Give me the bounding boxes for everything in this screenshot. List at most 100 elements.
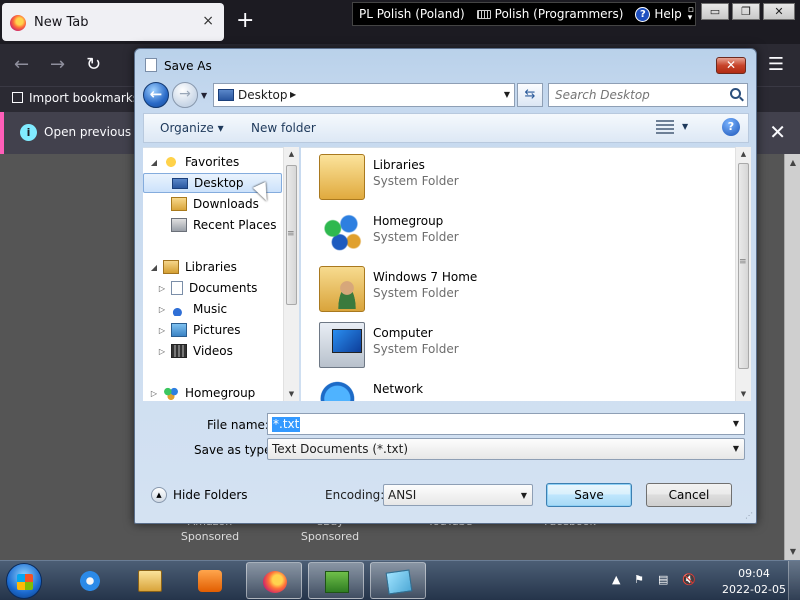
encoding-dropdown-icon[interactable]: ▼ (521, 491, 527, 500)
language-bar-options-icon[interactable]: ▫ ▾ (688, 6, 694, 23)
expand-arrow-icon[interactable]: ◢ (149, 158, 159, 167)
scroll-up-arrow-icon[interactable]: ▲ (785, 158, 800, 167)
expand-arrow-icon[interactable]: ▷ (157, 326, 167, 335)
back-button[interactable]: ← (143, 82, 169, 108)
save-as-type-dropdown-icon[interactable]: ▼ (733, 444, 739, 453)
infobar-close-icon[interactable]: ✕ (769, 120, 786, 144)
start-button[interactable] (6, 563, 42, 599)
import-bookmarks-link[interactable]: Import bookmarks... (12, 91, 151, 105)
scroll-up-arrow-icon[interactable]: ▲ (284, 150, 299, 158)
network-icon[interactable]: ▤ (658, 573, 668, 586)
encoding-select[interactable]: ANSI ▼ (383, 484, 533, 506)
nav-label: Downloads (193, 197, 259, 211)
nav-item-favorites[interactable]: ◢ Favorites (149, 152, 239, 172)
expand-arrow-icon[interactable]: ▷ (149, 389, 159, 398)
page-scrollbar[interactable]: ▲ ▼ (784, 154, 800, 560)
navigation-pane-scrollbar[interactable]: ▲ ≡ ▼ (283, 147, 299, 401)
view-dropdown-icon[interactable]: ▼ (682, 122, 688, 131)
file-type: System Folder (373, 286, 459, 300)
address-current[interactable]: Desktop (238, 88, 288, 102)
save-button[interactable]: Save (546, 483, 632, 507)
file-name-dropdown-icon[interactable]: ▼ (733, 419, 739, 428)
new-tab-button[interactable]: + (236, 8, 254, 34)
taskbar-windows-explorer[interactable] (122, 562, 178, 599)
nav-label: Desktop (194, 176, 244, 190)
network-icon (319, 378, 365, 401)
dialog-close-button[interactable]: ✕ (716, 57, 746, 74)
expand-arrow-icon[interactable]: ◢ (149, 263, 159, 272)
file-name-value[interactable]: *.txt (272, 417, 301, 432)
cancel-button[interactable]: Cancel (646, 483, 732, 507)
clock-date[interactable]: 2022-02-05 (714, 583, 794, 596)
taskbar-internet-explorer[interactable] (62, 562, 118, 599)
browser-tab-new-tab[interactable]: New Tab × (2, 3, 224, 41)
nav-item-pictures[interactable]: ▷ Pictures (157, 320, 241, 340)
expand-arrow-icon[interactable]: ▷ (157, 347, 167, 356)
navigation-pane: ◢ Favorites Desktop Downloads Recent Pla… (143, 147, 295, 401)
scroll-down-arrow-icon[interactable]: ▼ (785, 547, 800, 556)
file-list-scrollbar[interactable]: ▲ ≡ ▼ (735, 147, 751, 401)
forward-arrow-icon[interactable]: → (50, 55, 65, 75)
nav-item-downloads[interactable]: Downloads (171, 194, 259, 214)
organize-button[interactable]: Organize ▾ (160, 121, 224, 135)
tab-close-icon[interactable]: × (202, 13, 214, 29)
recent-locations-dropdown-icon[interactable]: ▼ (201, 91, 207, 100)
expand-arrow-icon[interactable]: ▷ (157, 305, 167, 314)
hamburger-menu-icon[interactable]: ☰ (768, 54, 784, 75)
breadcrumb-chevron-icon[interactable]: ▶ (290, 90, 296, 99)
scroll-down-arrow-icon[interactable]: ▼ (284, 390, 299, 398)
scroll-down-arrow-icon[interactable]: ▼ (736, 390, 751, 398)
nav-item-documents[interactable]: ▷ Documents (157, 278, 257, 298)
restore-button[interactable]: ❐ (732, 3, 760, 20)
nav-item-videos[interactable]: ▷ Videos (157, 341, 233, 361)
address-dropdown-icon[interactable]: ▼ (504, 90, 510, 99)
address-bar[interactable]: Desktop ▶ ▼ (213, 83, 515, 107)
expand-arrow-icon[interactable]: ▷ (157, 284, 167, 293)
show-hidden-icons-arrow-icon[interactable]: ▲ (612, 573, 620, 586)
resize-grip-icon[interactable]: ⋰ (745, 511, 753, 520)
help-button[interactable]: ? (722, 118, 740, 136)
file-item-windows-7-home[interactable]: Windows 7 Home System Folder (319, 264, 619, 314)
action-center-flag-icon[interactable]: ⚑ (634, 573, 644, 586)
hide-folders-button[interactable]: ▲ Hide Folders (151, 487, 248, 503)
input-language[interactable]: PL Polish (Poland) (353, 7, 471, 21)
save-as-type-value: Text Documents (*.txt) (272, 442, 409, 456)
refresh-button[interactable]: ⇆ (517, 83, 543, 107)
change-view-icon[interactable] (656, 120, 674, 134)
file-item-network[interactable]: Network (319, 376, 619, 401)
nav-item-homegroup[interactable]: ▷ Homegroup (149, 383, 255, 403)
taskbar-media-player[interactable] (182, 562, 238, 599)
save-as-type-select[interactable]: Text Documents (*.txt) ▼ (267, 438, 745, 460)
nav-item-recent-places[interactable]: Recent Places (171, 215, 276, 235)
volume-muted-icon[interactable]: 🔇 (682, 573, 696, 586)
nav-item-libraries[interactable]: ◢ Libraries (149, 257, 237, 277)
clock-time[interactable]: 09:04 (724, 567, 784, 580)
file-item-computer[interactable]: Computer System Folder (319, 320, 619, 370)
file-item-libraries[interactable]: Libraries System Folder (319, 152, 619, 202)
search-input[interactable] (555, 87, 715, 103)
minimize-button[interactable]: ▭ (701, 3, 729, 20)
internet-explorer-icon (78, 570, 102, 592)
close-window-button[interactable]: ✕ (763, 3, 795, 20)
language-help[interactable]: ? Help (629, 6, 687, 22)
show-desktop-button[interactable] (788, 561, 800, 600)
dialog-command-bar: Organize ▾ New folder ▼ ? (143, 113, 749, 143)
taskbar-download-app[interactable] (308, 562, 364, 599)
reload-icon[interactable]: ↻ (86, 55, 101, 75)
scroll-up-arrow-icon[interactable]: ▲ (736, 150, 751, 158)
help-icon: ? (635, 6, 651, 22)
file-name-field[interactable]: *.txt ▼ (267, 413, 745, 435)
forward-button[interactable]: → (172, 82, 198, 108)
keyboard-layout-label: Polish (Programmers) (494, 7, 624, 21)
file-item-homegroup[interactable]: Homegroup System Folder (319, 208, 619, 258)
taskbar-firefox[interactable] (246, 562, 302, 599)
nav-item-music[interactable]: ▷ Music (157, 299, 227, 319)
keyboard-layout[interactable]: Polish (Programmers) (471, 7, 630, 21)
taskbar-notepad[interactable] (370, 562, 426, 599)
dialog-title-bar[interactable]: Save As ✕ (135, 49, 756, 81)
system-tray: ▲ ⚑ ▤ 🔇 09:04 2022-02-05 (608, 561, 800, 600)
new-folder-button[interactable]: New folder (251, 121, 316, 135)
back-arrow-icon[interactable]: ← (14, 55, 29, 75)
search-icon[interactable] (730, 88, 741, 99)
search-box[interactable] (548, 83, 748, 107)
